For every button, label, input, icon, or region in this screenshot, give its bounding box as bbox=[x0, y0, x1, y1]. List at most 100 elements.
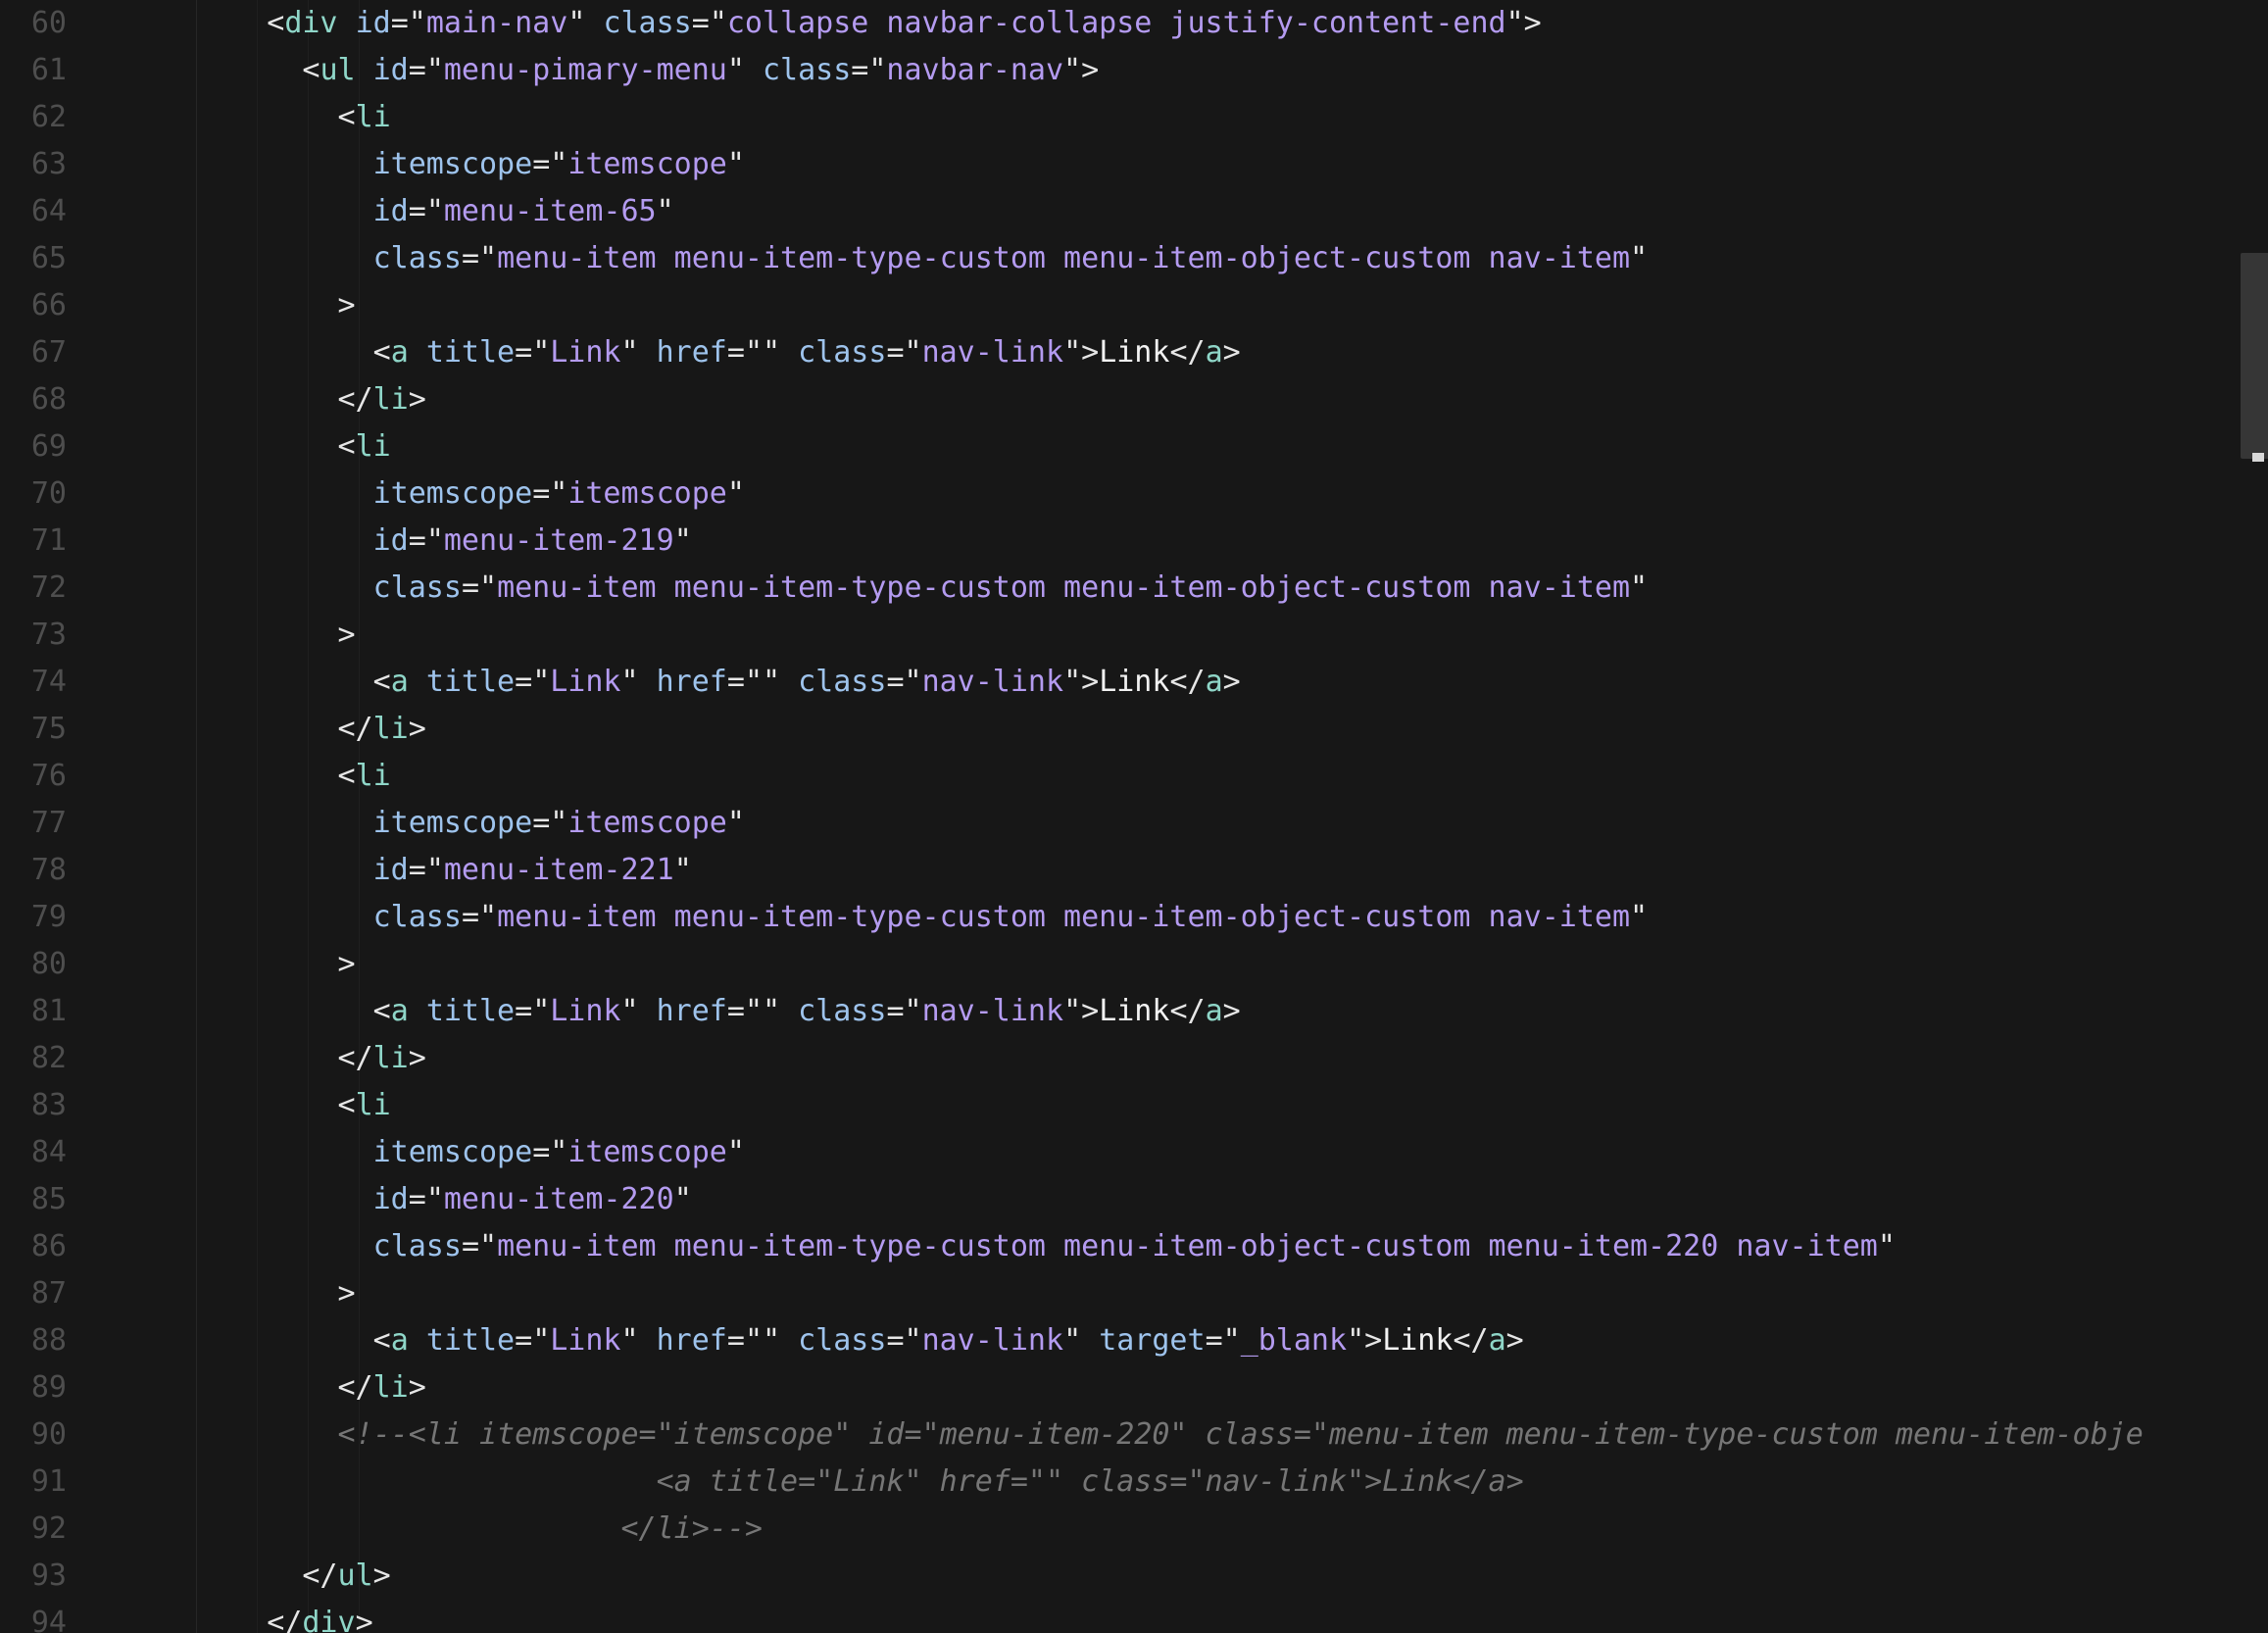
line-code[interactable]: </li> bbox=[196, 1035, 426, 1082]
code-token-punct: " bbox=[1505, 6, 1524, 40]
code-line[interactable]: 60 <div id="main-nav" class="collapse na… bbox=[0, 0, 2235, 47]
code-line[interactable]: 78 id="menu-item-221" bbox=[0, 847, 2235, 894]
line-code[interactable]: itemscope="itemscope" bbox=[196, 800, 745, 847]
line-code[interactable]: <a title="Link" href="" class="nav-link"… bbox=[196, 1459, 1524, 1506]
line-code[interactable]: class="menu-item menu-item-type-custom m… bbox=[196, 235, 1648, 282]
line-code[interactable]: <div id="main-nav" class="collapse navba… bbox=[196, 0, 1541, 47]
code-token-punct: " bbox=[1877, 1229, 1896, 1263]
code-line[interactable]: 86 class="menu-item menu-item-type-custo… bbox=[0, 1223, 2235, 1270]
code-line[interactable]: 76 <li bbox=[0, 753, 2235, 800]
line-code[interactable]: </div> bbox=[196, 1600, 372, 1633]
code-line[interactable]: 82 </li> bbox=[0, 1035, 2235, 1082]
line-code[interactable]: <li bbox=[196, 1082, 391, 1129]
line-code[interactable]: </li> bbox=[196, 1364, 426, 1411]
code-line[interactable]: 72 class="menu-item menu-item-type-custo… bbox=[0, 565, 2235, 612]
code-token-tag: a bbox=[1205, 994, 1223, 1028]
line-code[interactable]: <li bbox=[196, 423, 391, 470]
code-token-punct bbox=[409, 994, 426, 1028]
code-token-attr: class bbox=[762, 53, 852, 87]
line-code[interactable]: class="menu-item menu-item-type-custom m… bbox=[196, 894, 1648, 941]
line-code[interactable]: > bbox=[196, 612, 356, 659]
code-lines[interactable]: 60 <div id="main-nav" class="collapse na… bbox=[0, 0, 2235, 1633]
scrollbar-thumb[interactable] bbox=[2241, 253, 2268, 459]
line-code[interactable]: id="menu-item-219" bbox=[196, 518, 692, 565]
code-line[interactable]: 64 id="menu-item-65" bbox=[0, 188, 2235, 235]
code-line[interactable]: 69 <li bbox=[0, 423, 2235, 470]
line-code[interactable]: <a title="Link" href="" class="nav-link"… bbox=[196, 1317, 1524, 1364]
line-code[interactable]: id="menu-item-221" bbox=[196, 847, 692, 894]
line-code[interactable]: > bbox=[196, 282, 356, 329]
code-line[interactable]: 66 > bbox=[0, 282, 2235, 329]
code-line[interactable]: 73 > bbox=[0, 612, 2235, 659]
code-line[interactable]: 68 </li> bbox=[0, 376, 2235, 423]
code-line[interactable]: 62 <li bbox=[0, 94, 2235, 141]
code-line[interactable]: 84 itemscope="itemscope" bbox=[0, 1129, 2235, 1176]
line-code[interactable]: itemscope="itemscope" bbox=[196, 1129, 745, 1176]
line-code[interactable]: </li>--> bbox=[196, 1506, 763, 1553]
code-token-punct: = bbox=[726, 1323, 745, 1358]
code-line[interactable]: 93 </ul> bbox=[0, 1553, 2235, 1600]
code-line[interactable]: 90 <!--<li itemscope="itemscope" id="men… bbox=[0, 1411, 2235, 1459]
code-token-attr: class bbox=[372, 241, 462, 275]
code-line[interactable]: 88 <a title="Link" href="" class="nav-li… bbox=[0, 1317, 2235, 1364]
line-code[interactable]: <li bbox=[196, 94, 391, 141]
code-token-val: Link bbox=[550, 335, 621, 370]
vertical-scrollbar[interactable] bbox=[2241, 0, 2268, 1633]
code-line[interactable]: 74 <a title="Link" href="" class="nav-li… bbox=[0, 659, 2235, 706]
line-code[interactable]: <!--<li itemscope="itemscope" id="menu-i… bbox=[196, 1411, 2144, 1459]
line-code[interactable]: <a title="Link" href="" class="nav-link"… bbox=[196, 988, 1241, 1035]
line-number: 79 bbox=[30, 900, 67, 934]
code-token-punct bbox=[639, 335, 657, 370]
code-token-tag: li bbox=[372, 1370, 409, 1405]
line-code[interactable]: </ul> bbox=[196, 1553, 390, 1600]
code-token-attr: class bbox=[372, 1229, 462, 1263]
line-code[interactable]: </li> bbox=[196, 706, 426, 753]
code-line[interactable]: 70 itemscope="itemscope" bbox=[0, 470, 2235, 518]
code-line[interactable]: 75 </li> bbox=[0, 706, 2235, 753]
line-code[interactable]: id="menu-item-220" bbox=[196, 1176, 692, 1223]
code-line[interactable]: 83 <li bbox=[0, 1082, 2235, 1129]
line-code[interactable]: class="menu-item menu-item-type-custom m… bbox=[196, 565, 1648, 612]
code-token-punct: " bbox=[726, 1135, 745, 1169]
code-token-attr: id bbox=[372, 194, 409, 228]
code-line[interactable]: 80 > bbox=[0, 941, 2235, 988]
code-token-punct: = bbox=[726, 335, 745, 370]
code-line[interactable]: 65 class="menu-item menu-item-type-custo… bbox=[0, 235, 2235, 282]
line-code[interactable]: > bbox=[196, 1270, 356, 1317]
code-line[interactable]: 85 id="menu-item-220" bbox=[0, 1176, 2235, 1223]
code-token-punct bbox=[338, 6, 356, 40]
line-code[interactable]: id="menu-item-65" bbox=[196, 188, 674, 235]
line-code[interactable]: > bbox=[196, 941, 356, 988]
code-token-punct bbox=[356, 53, 373, 87]
line-code[interactable]: itemscope="itemscope" bbox=[196, 141, 745, 188]
code-token-punct: > bbox=[408, 712, 426, 746]
code-line[interactable]: 94 </div> bbox=[0, 1600, 2235, 1633]
code-line[interactable]: 81 <a title="Link" href="" class="nav-li… bbox=[0, 988, 2235, 1035]
line-code[interactable]: itemscope="itemscope" bbox=[196, 470, 745, 518]
code-line[interactable]: 79 class="menu-item menu-item-type-custo… bbox=[0, 894, 2235, 941]
code-line[interactable]: 77 itemscope="itemscope" bbox=[0, 800, 2235, 847]
code-token-punct: = bbox=[532, 1135, 551, 1169]
code-line[interactable]: 61 <ul id="menu-pimary-menu" class="navb… bbox=[0, 47, 2235, 94]
code-line[interactable]: 92 </li>--> bbox=[0, 1506, 2235, 1553]
line-code[interactable]: class="menu-item menu-item-type-custom m… bbox=[196, 1223, 1896, 1270]
code-editor[interactable]: 60 <div id="main-nav" class="collapse na… bbox=[0, 0, 2268, 1633]
line-code[interactable]: <a title="Link" href="" class="nav-link"… bbox=[196, 329, 1241, 376]
code-token-punct: = bbox=[726, 994, 745, 1028]
code-line[interactable]: 89 </li> bbox=[0, 1364, 2235, 1411]
code-line[interactable]: 87 > bbox=[0, 1270, 2235, 1317]
line-number: 82 bbox=[30, 1041, 67, 1075]
code-token-punct: " bbox=[868, 53, 887, 87]
code-line[interactable]: 71 id="menu-item-219" bbox=[0, 518, 2235, 565]
line-code[interactable]: <li bbox=[196, 753, 391, 800]
code-line[interactable]: 63 itemscope="itemscope" bbox=[0, 141, 2235, 188]
line-code[interactable]: </li> bbox=[196, 376, 426, 423]
code-line[interactable]: 91 <a title="Link" href="" class="nav-li… bbox=[0, 1459, 2235, 1506]
line-code[interactable]: <a title="Link" href="" class="nav-link"… bbox=[196, 659, 1241, 706]
code-line[interactable]: 67 <a title="Link" href="" class="nav-li… bbox=[0, 329, 2235, 376]
line-code[interactable]: <ul id="menu-pimary-menu" class="navbar-… bbox=[196, 47, 1099, 94]
